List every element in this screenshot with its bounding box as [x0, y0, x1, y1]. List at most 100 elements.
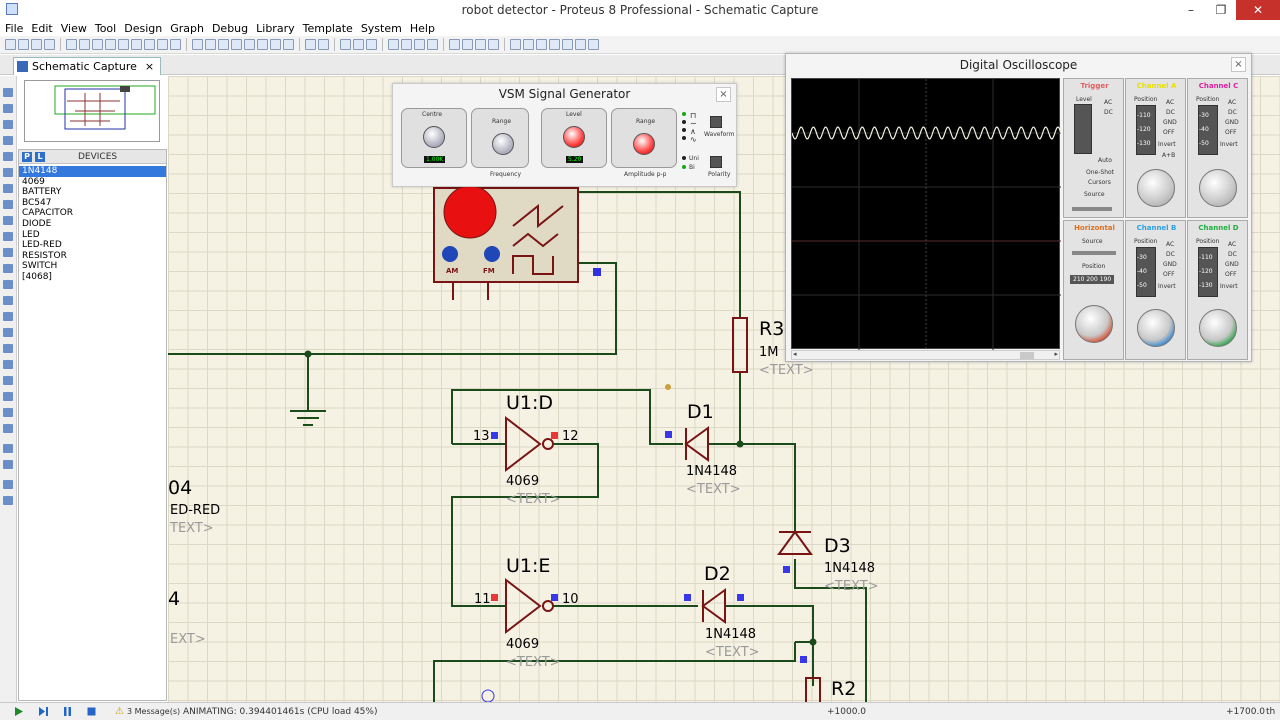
- d4-reference-partial[interactable]: 04: [168, 477, 192, 499]
- cut-icon[interactable]: [340, 39, 351, 50]
- arc-tool-icon[interactable]: [3, 360, 13, 369]
- device-item[interactable]: LED: [19, 230, 166, 241]
- signal-generator-window[interactable]: VSM Signal Generator × Centre 1.00K Rang…: [392, 83, 737, 187]
- channel-d-volts-knob[interactable]: [1199, 309, 1237, 347]
- oscilloscope-close-button[interactable]: ×: [1231, 57, 1246, 72]
- left-component-reference-partial[interactable]: 4: [168, 588, 180, 610]
- device-pins-icon[interactable]: [3, 216, 13, 225]
- level-knob[interactable]: [563, 126, 585, 148]
- menu-help[interactable]: Help: [409, 22, 442, 35]
- copy-icon[interactable]: [353, 39, 364, 50]
- menu-system[interactable]: System: [360, 22, 409, 35]
- menu-view[interactable]: View: [60, 22, 94, 35]
- channel-c-volts-knob[interactable]: [1199, 169, 1237, 207]
- device-item[interactable]: [4068]: [19, 272, 166, 283]
- polarity-button[interactable]: [710, 156, 722, 168]
- channel-a-volts-knob[interactable]: [1137, 169, 1175, 207]
- path-tool-icon[interactable]: [3, 376, 13, 385]
- graph-mode-icon[interactable]: [3, 232, 13, 241]
- zoom-out-icon[interactable]: [257, 39, 268, 50]
- wire-autorouter-icon[interactable]: [510, 39, 521, 50]
- refresh-icon[interactable]: [192, 39, 203, 50]
- d2-reference[interactable]: D2: [704, 563, 731, 585]
- block-rotate-icon[interactable]: [414, 39, 425, 50]
- minimize-button[interactable]: –: [1176, 0, 1206, 20]
- undo-icon[interactable]: [305, 39, 316, 50]
- menu-edit[interactable]: Edit: [30, 22, 59, 35]
- u1d-reference[interactable]: U1:D: [506, 392, 553, 414]
- new-sheet-icon[interactable]: [549, 39, 560, 50]
- horizontal-source-slider[interactable]: [1072, 251, 1116, 255]
- packaging-icon[interactable]: [475, 39, 486, 50]
- new-file-icon[interactable]: [5, 39, 16, 50]
- zoom-area-icon[interactable]: [283, 39, 294, 50]
- origin-icon[interactable]: [218, 39, 229, 50]
- pick-devices-button[interactable]: P: [22, 151, 32, 162]
- design-explorer-icon[interactable]: [131, 39, 142, 50]
- remove-sheet-icon[interactable]: [562, 39, 573, 50]
- menu-library[interactable]: Library: [255, 22, 301, 35]
- pan-icon[interactable]: [231, 39, 242, 50]
- subcircuit-icon[interactable]: [3, 184, 13, 193]
- channel-b-volts-knob[interactable]: [1137, 309, 1175, 347]
- device-item[interactable]: 1N4148: [19, 166, 166, 177]
- buses-icon[interactable]: [3, 168, 13, 177]
- menu-file[interactable]: File: [4, 22, 30, 35]
- oscilloscope-window[interactable]: Digital Oscilloscope × ▸ ◂ Trigger Level: [785, 53, 1252, 362]
- open-file-icon[interactable]: [18, 39, 29, 50]
- u1e-reference[interactable]: U1:E: [506, 555, 550, 577]
- terminals-icon[interactable]: [3, 200, 13, 209]
- overview-window[interactable]: [24, 80, 160, 142]
- redo-icon[interactable]: [318, 39, 329, 50]
- source-code-icon[interactable]: [144, 39, 155, 50]
- import-icon[interactable]: [44, 39, 55, 50]
- wire-label-icon[interactable]: [3, 136, 13, 145]
- circle-tool-icon[interactable]: [3, 344, 13, 353]
- device-item[interactable]: RESISTOR: [19, 251, 166, 262]
- trigger-source-slider[interactable]: [1072, 207, 1112, 211]
- library-manager-button[interactable]: L: [35, 151, 45, 162]
- scroll-left-icon[interactable]: ◂: [793, 350, 797, 358]
- menu-graph[interactable]: Graph: [169, 22, 211, 35]
- timebase-knob[interactable]: [1075, 305, 1113, 343]
- make-device-icon[interactable]: [462, 39, 473, 50]
- horizontal-position-readout[interactable]: 210 200 190: [1070, 275, 1115, 284]
- device-item[interactable]: 4069: [19, 177, 166, 188]
- stop-button[interactable]: [86, 706, 97, 717]
- marker-tool-icon[interactable]: [3, 424, 13, 433]
- r3-reference[interactable]: R3: [759, 318, 784, 340]
- decompose-icon[interactable]: [488, 39, 499, 50]
- scroll-thumb[interactable]: [1020, 352, 1034, 359]
- menu-debug[interactable]: Debug: [211, 22, 255, 35]
- scroll-right-icon[interactable]: ▸: [1054, 350, 1058, 358]
- notes-icon[interactable]: [157, 39, 168, 50]
- menu-template[interactable]: Template: [302, 22, 360, 35]
- paste-icon[interactable]: [366, 39, 377, 50]
- oscilloscope-screen[interactable]: [791, 78, 1062, 350]
- line-tool-icon[interactable]: [3, 312, 13, 321]
- tab-close-icon[interactable]: ×: [145, 60, 154, 73]
- pcb-icon[interactable]: [92, 39, 103, 50]
- property-assign-icon[interactable]: [536, 39, 547, 50]
- pick-device-icon[interactable]: [449, 39, 460, 50]
- generator-mode-icon[interactable]: [3, 264, 13, 273]
- step-button[interactable]: [38, 706, 49, 717]
- device-item[interactable]: BATTERY: [19, 187, 166, 198]
- device-item[interactable]: SWITCH: [19, 261, 166, 272]
- home-icon[interactable]: [66, 39, 77, 50]
- schematic-icon[interactable]: [79, 39, 90, 50]
- trigger-level-slider[interactable]: [1074, 104, 1092, 154]
- block-delete-icon[interactable]: [427, 39, 438, 50]
- voltage-probe-icon[interactable]: [3, 280, 13, 289]
- rotate-clockwise-icon[interactable]: [3, 444, 13, 453]
- box-tool-icon[interactable]: [3, 328, 13, 337]
- waveform-button[interactable]: [710, 116, 722, 128]
- help-icon[interactable]: [170, 39, 181, 50]
- tab-schematic-capture[interactable]: Schematic Capture ×: [13, 57, 162, 75]
- centre-knob[interactable]: [423, 126, 445, 148]
- zoom-all-icon[interactable]: [270, 39, 281, 50]
- device-item[interactable]: BC547: [19, 198, 166, 209]
- mirror-y-icon[interactable]: [3, 496, 13, 505]
- r2-reference[interactable]: R2: [831, 678, 856, 700]
- menu-design[interactable]: Design: [123, 22, 169, 35]
